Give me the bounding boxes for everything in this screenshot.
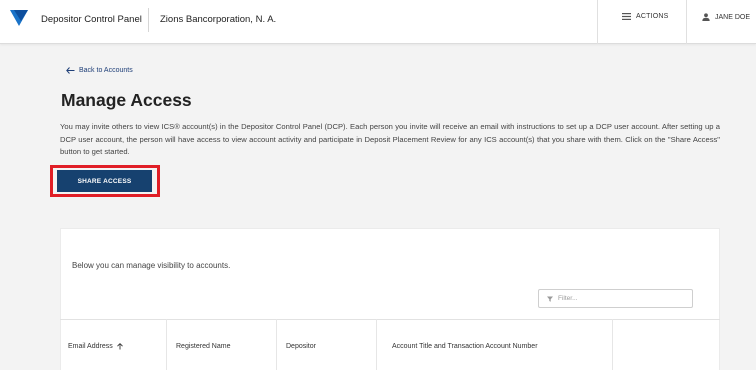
filter-input[interactable]: Filter... bbox=[538, 289, 693, 308]
column-divider bbox=[276, 319, 277, 370]
app-title[interactable]: Depositor Control Panel bbox=[41, 14, 142, 25]
menu-lines-icon bbox=[622, 13, 631, 20]
column-header-depositor[interactable]: Depositor bbox=[286, 343, 316, 350]
organization-name: Zions Bancorporation, N. A. bbox=[160, 14, 277, 25]
actions-label: ACTIONS bbox=[636, 13, 669, 20]
column-divider bbox=[612, 319, 613, 370]
column-header-email-address[interactable]: Email Address bbox=[68, 343, 123, 350]
sort-up-arrow-icon bbox=[116, 343, 123, 350]
share-access-button[interactable]: SHARE ACCESS bbox=[57, 170, 152, 192]
page-title: Manage Access bbox=[61, 90, 192, 110]
column-header-label: Account Title and Transaction Account Nu… bbox=[392, 343, 538, 350]
user-menu-button[interactable]: JANE DOE bbox=[702, 13, 750, 21]
arrow-left-icon bbox=[66, 67, 75, 74]
top-navigation-bar: Depositor Control Panel Zions Bancorpora… bbox=[0, 0, 756, 44]
header-divider bbox=[148, 8, 149, 32]
header-divider-actions bbox=[597, 0, 598, 44]
column-divider bbox=[166, 319, 167, 370]
back-to-accounts-link[interactable]: Back to Accounts bbox=[66, 67, 133, 74]
user-icon bbox=[702, 13, 710, 21]
back-link-label: Back to Accounts bbox=[79, 67, 133, 74]
column-header-label: Depositor bbox=[286, 343, 316, 350]
column-divider bbox=[376, 319, 377, 370]
panel-description: Below you can manage visibility to accou… bbox=[72, 261, 231, 270]
column-header-account-title[interactable]: Account Title and Transaction Account Nu… bbox=[392, 343, 538, 350]
table-header-divider bbox=[60, 319, 720, 320]
filter-icon bbox=[547, 296, 553, 302]
column-header-registered-name[interactable]: Registered Name bbox=[176, 343, 230, 350]
column-header-label: Email Address bbox=[68, 343, 113, 350]
filter-placeholder: Filter... bbox=[558, 295, 578, 302]
user-name: JANE DOE bbox=[715, 13, 751, 21]
actions-menu-button[interactable]: ACTIONS bbox=[622, 13, 669, 20]
intro-paragraph: You may invite others to view ICS® accou… bbox=[60, 122, 720, 156]
header-divider-user bbox=[686, 0, 687, 44]
app-logo-icon[interactable] bbox=[8, 8, 30, 28]
column-header-label: Registered Name bbox=[176, 343, 231, 350]
